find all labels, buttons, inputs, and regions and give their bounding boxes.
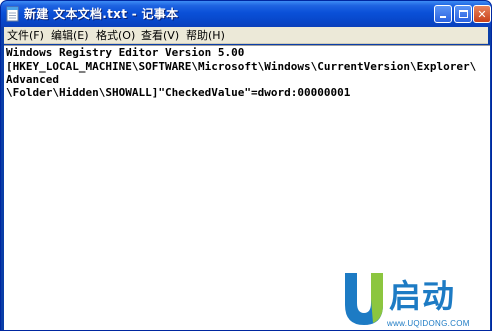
watermark-url: www.UQIDONG.COM xyxy=(387,319,470,328)
title-bar[interactable]: 新建 文本文档.txt - 记事本 ✕ xyxy=(1,1,491,27)
menu-format[interactable]: 格式(O) xyxy=(96,28,135,43)
text-line: \Folder\Hidden\SHOWALL]"CheckedValue"=dw… xyxy=(6,86,351,99)
minimize-button[interactable] xyxy=(434,5,452,23)
text-line: Advanced xyxy=(6,73,59,86)
menu-edit[interactable]: 编辑(E) xyxy=(51,28,89,43)
watermark-logo: 启动 www.UQIDONG.COM xyxy=(341,269,489,330)
watermark-brand: 启动 xyxy=(389,277,456,315)
menu-view[interactable]: 查看(V) xyxy=(141,28,179,43)
minimize-icon xyxy=(440,16,446,18)
notepad-icon xyxy=(6,6,19,22)
menu-file[interactable]: 文件(F) xyxy=(7,28,44,43)
maximize-button[interactable] xyxy=(454,5,472,23)
u-logo-icon xyxy=(345,273,383,325)
notepad-window: 新建 文本文档.txt - 记事本 ✕ 文件(F) 编辑(E) 格式(O) 查看… xyxy=(0,0,492,331)
close-button[interactable]: ✕ xyxy=(473,5,491,23)
text-line: Windows Registry Editor Version 5.00 xyxy=(6,46,245,59)
text-line: [HKEY_LOCAL_MACHINE\SOFTWARE\Microsoft\W… xyxy=(6,60,477,73)
close-icon: ✕ xyxy=(477,7,487,21)
menu-bar: 文件(F) 编辑(E) 格式(O) 查看(V) 帮助(H) xyxy=(4,27,488,44)
maximize-icon xyxy=(459,10,468,18)
window-title: 新建 文本文档.txt - 记事本 xyxy=(24,7,179,21)
menu-help[interactable]: 帮助(H) xyxy=(186,28,225,43)
